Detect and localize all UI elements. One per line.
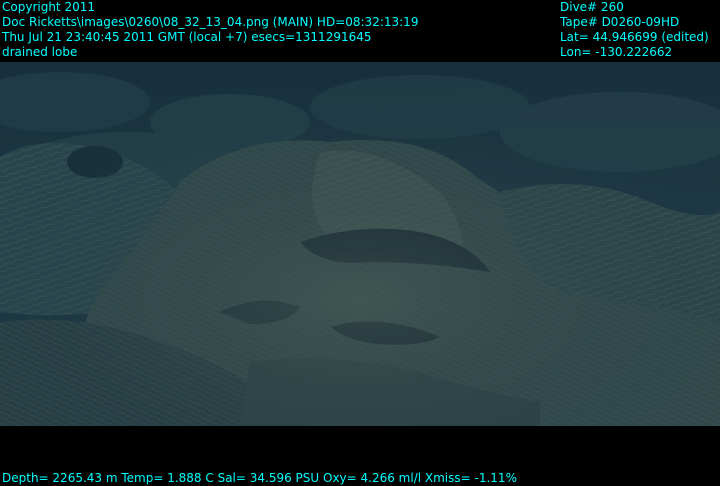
copyright-text: Copyright 2011 <box>2 0 95 14</box>
sensor-readout-text: Depth= 2265.43 m Temp= 1.888 C Sal= 34.5… <box>2 471 517 485</box>
lon-text: Lon= -130.222662 <box>560 45 673 59</box>
header-right: Dive# 260 Tape# D0260-09HD Lat= 44.94669… <box>560 0 709 60</box>
footer-sensors: Depth= 2265.43 m Temp= 1.888 C Sal= 34.5… <box>2 471 517 486</box>
seafloor-image <box>0 62 720 426</box>
lat-text: Lat= 44.946699 (edited) <box>560 30 709 44</box>
header-left: Copyright 2011 Doc Ricketts\images\0260\… <box>2 0 418 60</box>
tape-text: Tape# D0260-09HD <box>560 15 680 29</box>
caption-text: drained lobe <box>2 45 78 59</box>
dive-text: Dive# 260 <box>560 0 624 14</box>
image-info-text: Doc Ricketts\images\0260\08_32_13_04.png… <box>2 15 419 29</box>
seafloor-scene <box>0 62 720 426</box>
datetime-text: Thu Jul 21 23:40:45 2011 GMT (local +7) … <box>2 30 372 44</box>
